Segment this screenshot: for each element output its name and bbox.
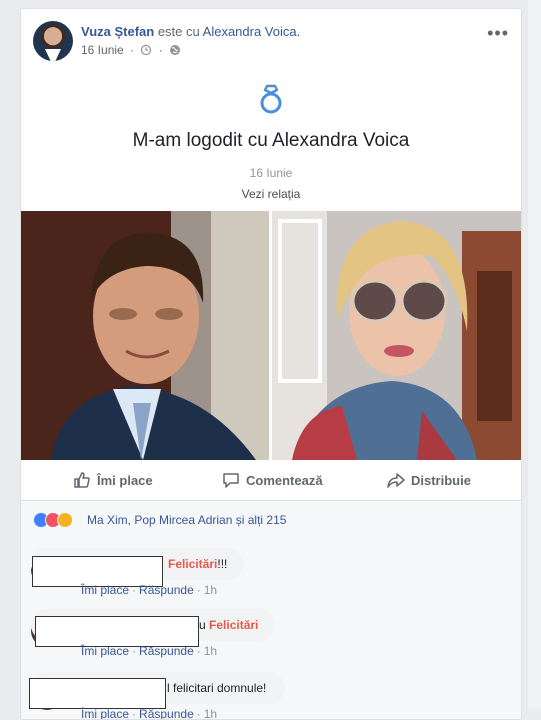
comment-actions: Îmi place · Răspunde · 1h xyxy=(81,583,217,597)
reaction-icons xyxy=(33,512,83,528)
comment-item: l felicitari domnule! Îmi place · Răspunde… xyxy=(29,670,511,719)
life-event: M-am logodit cu Alexandra Voica 16 Iunie… xyxy=(21,84,521,201)
dot-separator: · xyxy=(196,644,201,658)
comment-suffix: !!! xyxy=(217,557,228,571)
comment-item: u Felicitări Îmi place · Răspunde · 1h xyxy=(31,607,511,667)
comment-reply-link[interactable]: Răspunde xyxy=(139,583,194,597)
event-title: M-am logodit cu Alexandra Voica xyxy=(132,130,410,151)
comment-like-link[interactable]: Îmi place xyxy=(81,644,129,658)
share-label: Distribuie xyxy=(411,473,471,488)
comment-item: Felicitări!!! Îmi place · Răspunde · 1h xyxy=(31,546,511,606)
event-date: 16 Iunie xyxy=(249,166,293,180)
dot-separator: · xyxy=(132,583,137,597)
author-line: Vuza Ștefan este cu Alexandra Voica. xyxy=(81,24,300,39)
comment-actions: Îmi place · Răspunde · 1h xyxy=(81,644,217,658)
author-name-link[interactable]: Vuza Ștefan xyxy=(81,24,154,39)
ring-icon xyxy=(260,84,282,114)
see-relationship-link[interactable]: Vezi relația xyxy=(21,187,521,201)
post-actions-bar: Îmi place Comentează Distribuie xyxy=(21,462,521,501)
share-button[interactable]: Distribuie xyxy=(387,471,471,489)
with-text: este cu xyxy=(157,24,200,39)
comment-like-link[interactable]: Îmi place xyxy=(81,583,129,597)
comment-reply-link[interactable]: Răspunde xyxy=(139,644,194,658)
post-meta: 16 Iunie · · xyxy=(81,43,181,57)
comment-text: u Felicitări xyxy=(199,609,258,641)
comment-text: Felicitări!!! xyxy=(168,548,227,580)
like-label: Îmi place xyxy=(97,473,153,488)
page-side-strip xyxy=(528,0,541,709)
meta-separator: · xyxy=(158,43,163,57)
comment-highlight: Felicitări xyxy=(168,557,218,571)
comment-highlight: Felicitări xyxy=(209,618,259,632)
post-header: Vuza Ștefan este cu Alexandra Voica. 16 … xyxy=(33,21,509,63)
dot-separator: · xyxy=(132,644,137,658)
redaction-box xyxy=(35,616,199,647)
comment-label: Comentează xyxy=(246,473,323,488)
comment-prefix: u xyxy=(199,618,210,632)
comment-time[interactable]: 1h xyxy=(204,583,217,597)
wow-reaction-icon xyxy=(57,512,73,528)
post-date[interactable]: 16 Iunie xyxy=(81,43,124,57)
photo-grid xyxy=(21,211,521,460)
like-button[interactable]: Îmi place xyxy=(73,471,153,489)
reactions-bar[interactable]: Ma Xim, Pop Mircea Adrian și alți 215 xyxy=(21,502,521,539)
comment-icon xyxy=(223,473,239,488)
author-avatar[interactable] xyxy=(33,21,73,61)
comments-section: Felicitări!!! Îmi place · Răspunde · 1h u Fe… xyxy=(21,538,521,719)
thumbs-up-icon xyxy=(74,472,90,488)
dot-separator: · xyxy=(196,583,201,597)
edit-history-icon[interactable] xyxy=(140,44,152,56)
tagged-person-link[interactable]: Alexandra Voica. xyxy=(203,24,301,39)
share-arrow-icon xyxy=(387,473,405,488)
facebook-post: Vuza Ștefan este cu Alexandra Voica. 16 … xyxy=(20,8,522,720)
photo-man[interactable] xyxy=(21,211,269,460)
comment-button[interactable]: Comentează xyxy=(222,471,323,489)
public-globe-icon[interactable] xyxy=(169,44,181,56)
more-options-button[interactable]: ••• xyxy=(487,23,509,44)
redaction-box xyxy=(29,678,166,709)
comment-time[interactable]: 1h xyxy=(204,644,217,658)
reactions-summary[interactable]: Ma Xim, Pop Mircea Adrian și alți 215 xyxy=(87,513,286,527)
meta-separator: · xyxy=(130,43,135,57)
comment-text: l felicitari domnule! xyxy=(167,681,267,695)
photo-woman[interactable] xyxy=(272,211,521,460)
